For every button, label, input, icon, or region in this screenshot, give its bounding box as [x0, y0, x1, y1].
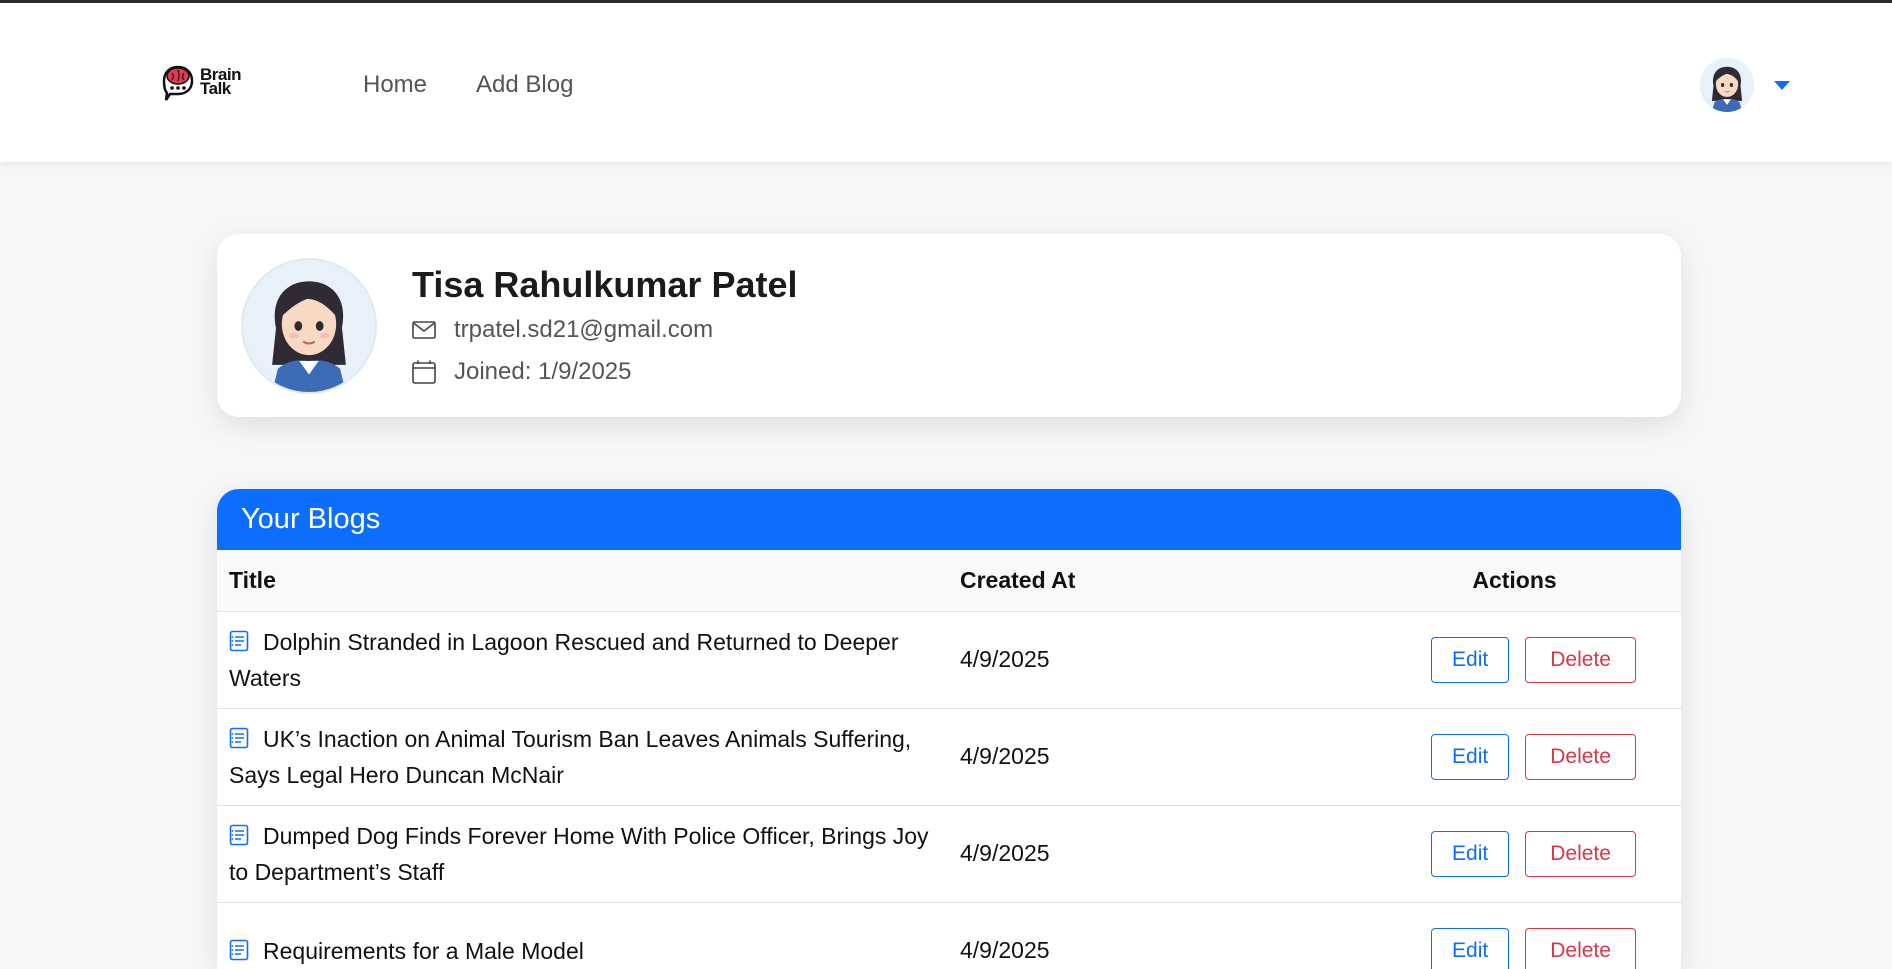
column-header-title: Title [217, 550, 948, 611]
envelope-icon [412, 321, 436, 339]
profile-card: Tisa Rahulkumar Patel trpatel.sd21@gmail… [217, 234, 1681, 417]
profile-name: Tisa Rahulkumar Patel [412, 264, 798, 306]
blog-created-at: 4/9/2025 [948, 805, 1348, 902]
edit-button[interactable]: Edit [1431, 637, 1509, 683]
blog-title[interactable]: UK’s Inaction on Animal Tourism Ban Leav… [229, 726, 911, 788]
table-row: Dumped Dog Finds Forever Home With Polic… [217, 805, 1681, 902]
document-icon [229, 630, 249, 652]
table-row: Dolphin Stranded in Lagoon Rescued and R… [217, 611, 1681, 708]
blog-created-at: 4/9/2025 [948, 611, 1348, 708]
table-row: UK’s Inaction on Animal Tourism Ban Leav… [217, 708, 1681, 805]
blogs-table-body: Dolphin Stranded in Lagoon Rescued and R… [217, 611, 1681, 969]
profile-email: trpatel.sd21@gmail.com [454, 316, 713, 344]
blogs-table: Title Created At Actions Dolphin Strande… [217, 550, 1681, 969]
nav-add-blog-link[interactable]: Add Blog [476, 71, 573, 99]
brand-line2: Talk [200, 82, 241, 96]
blog-actions: Edit Delete [1431, 734, 1636, 780]
blog-title-cell: Dumped Dog Finds Forever Home With Polic… [217, 805, 948, 902]
caret-down-icon[interactable] [1774, 81, 1790, 90]
blog-actions: Edit Delete [1431, 928, 1636, 969]
brand-logo[interactable]: Brain Talk [160, 63, 241, 101]
nav-home-link[interactable]: Home [363, 71, 427, 99]
profile-email-row: trpatel.sd21@gmail.com [412, 316, 713, 344]
blog-title-cell: Dolphin Stranded in Lagoon Rescued and R… [217, 611, 948, 708]
blog-actions-cell: Edit Delete [1348, 708, 1681, 805]
delete-button[interactable]: Delete [1525, 831, 1636, 877]
profile-joined: Joined: 1/9/2025 [454, 358, 631, 386]
blogs-header: Your Blogs [217, 489, 1681, 550]
table-row: Requirements for a Male Model4/9/2025 Edi… [217, 902, 1681, 969]
navbar: Brain Talk Home Add Blog [0, 3, 1892, 162]
document-icon [229, 824, 249, 846]
profile-joined-row: Joined: 1/9/2025 [412, 358, 631, 386]
edit-button[interactable]: Edit [1431, 734, 1509, 780]
nav-links: Home Add Blog [363, 71, 573, 99]
brand-text: Brain Talk [200, 68, 241, 96]
user-menu-toggle[interactable] [1700, 58, 1790, 112]
blog-created-at: 4/9/2025 [948, 902, 1348, 969]
user-avatar-icon [1700, 58, 1754, 112]
blog-actions: Edit Delete [1431, 831, 1636, 877]
table-header-row: Title Created At Actions [217, 550, 1681, 611]
blog-actions-cell: Edit Delete [1348, 902, 1681, 969]
document-icon [229, 727, 249, 749]
delete-button[interactable]: Delete [1525, 637, 1636, 683]
edit-button[interactable]: Edit [1431, 928, 1509, 969]
blog-actions: Edit Delete [1431, 637, 1636, 683]
blog-title-cell: UK’s Inaction on Animal Tourism Ban Leav… [217, 708, 948, 805]
document-icon [229, 939, 249, 961]
blog-title[interactable]: Dolphin Stranded in Lagoon Rescued and R… [229, 629, 899, 691]
edit-button[interactable]: Edit [1431, 831, 1509, 877]
brain-chat-logo-icon [160, 63, 196, 101]
avatar[interactable] [1700, 58, 1754, 112]
blogs-card: Your Blogs Title Created At Actions Dolp… [217, 489, 1681, 969]
blog-title-cell: Requirements for a Male Model [217, 902, 948, 969]
delete-button[interactable]: Delete [1525, 928, 1636, 969]
user-avatar-icon [243, 260, 375, 392]
delete-button[interactable]: Delete [1525, 734, 1636, 780]
profile-avatar [241, 258, 377, 394]
blog-actions-cell: Edit Delete [1348, 611, 1681, 708]
blog-title[interactable]: Dumped Dog Finds Forever Home With Polic… [229, 823, 929, 885]
blog-actions-cell: Edit Delete [1348, 805, 1681, 902]
column-header-created-at: Created At [948, 550, 1348, 611]
column-header-actions: Actions [1348, 550, 1681, 611]
calendar-icon [412, 360, 436, 384]
blog-created-at: 4/9/2025 [948, 708, 1348, 805]
